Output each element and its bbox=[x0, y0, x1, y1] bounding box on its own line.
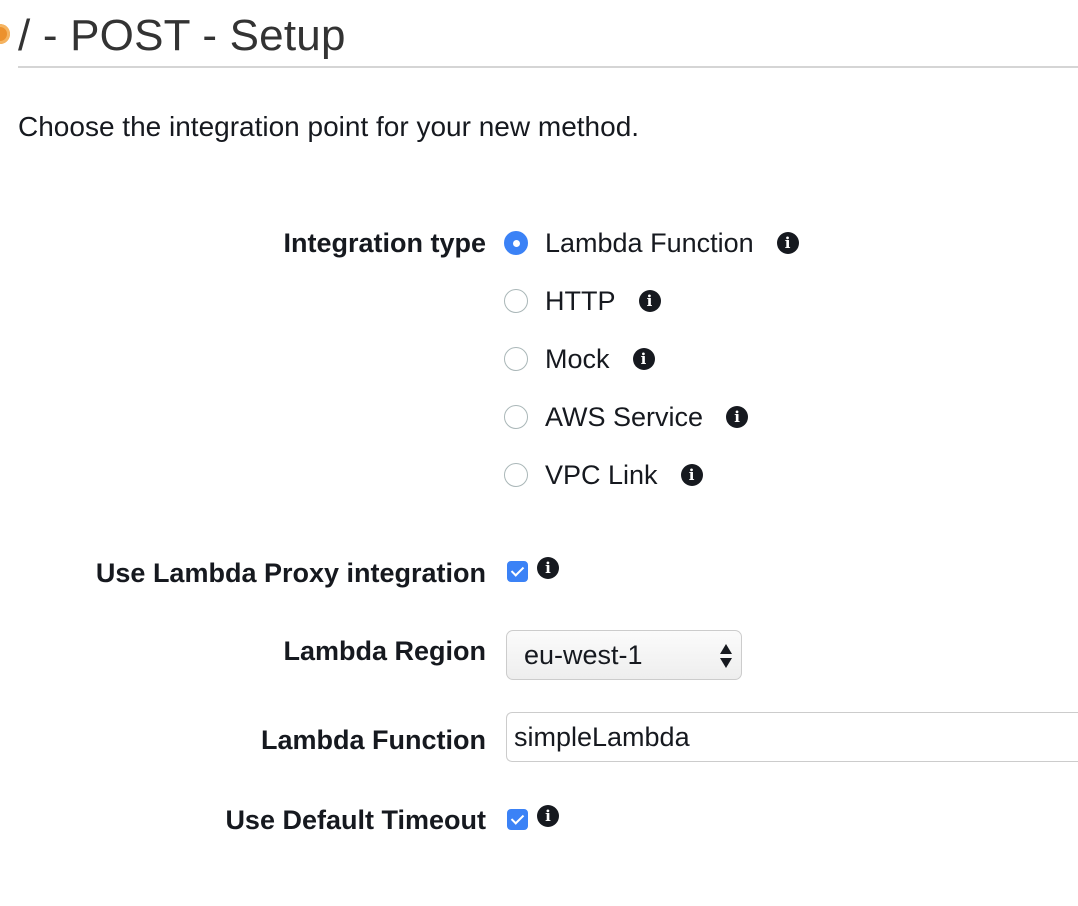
title-divider bbox=[18, 66, 1078, 68]
lambda-region-value: eu-west-1 bbox=[524, 640, 643, 670]
info-icon[interactable]: i bbox=[776, 232, 799, 254]
radio-option-aws-service[interactable]: AWS Service i bbox=[504, 400, 749, 434]
radio-label-mock[interactable]: Mock bbox=[545, 342, 610, 376]
radio-option-http[interactable]: HTTP i bbox=[504, 284, 661, 318]
info-icon[interactable]: i bbox=[726, 406, 749, 428]
lambda-function-label: Lambda Function bbox=[261, 725, 486, 755]
info-icon[interactable]: i bbox=[632, 348, 655, 370]
info-icon[interactable]: i bbox=[680, 464, 703, 486]
radio-option-vpc-link[interactable]: VPC Link i bbox=[504, 458, 703, 492]
radio-button-mock[interactable] bbox=[504, 347, 528, 371]
info-icon[interactable]: i bbox=[537, 805, 559, 827]
lambda-proxy-checkbox[interactable] bbox=[507, 560, 528, 582]
radio-option-lambda-function[interactable]: Lambda Function i bbox=[504, 226, 799, 260]
radio-button-aws-service[interactable] bbox=[504, 405, 528, 429]
default-timeout-row: i bbox=[507, 804, 559, 834]
intro-text: Choose the integration point for your ne… bbox=[18, 111, 640, 142]
radio-label-vpc-link[interactable]: VPC Link bbox=[545, 458, 658, 492]
radio-option-mock[interactable]: Mock i bbox=[504, 342, 655, 376]
lambda-proxy-label: Use Lambda Proxy integration bbox=[95, 558, 486, 588]
info-icon[interactable]: i bbox=[638, 290, 661, 312]
lambda-region-select[interactable]: eu-west-1 bbox=[506, 630, 742, 680]
radio-label-http[interactable]: HTTP bbox=[545, 284, 616, 318]
lambda-region-label: Lambda Region bbox=[283, 636, 486, 666]
status-dot-icon bbox=[0, 24, 10, 44]
default-timeout-checkbox[interactable] bbox=[507, 808, 528, 830]
method-setup-page: / - POST - Setup Choose the integration … bbox=[0, 0, 1078, 906]
default-timeout-label: Use Default Timeout bbox=[225, 805, 486, 835]
lambda-proxy-row: i bbox=[507, 556, 559, 586]
info-icon[interactable]: i bbox=[537, 557, 559, 579]
radio-button-vpc-link[interactable] bbox=[504, 463, 528, 487]
page-title: / - POST - Setup bbox=[18, 11, 346, 60]
radio-button-lambda-function[interactable] bbox=[504, 231, 528, 255]
select-arrows-icon bbox=[720, 644, 732, 668]
integration-type-label: Integration type bbox=[283, 228, 486, 258]
radio-label-aws-service[interactable]: AWS Service bbox=[545, 400, 703, 434]
radio-label-lambda-function[interactable]: Lambda Function bbox=[545, 226, 754, 260]
radio-button-http[interactable] bbox=[504, 289, 528, 313]
lambda-function-input[interactable] bbox=[506, 712, 1078, 762]
